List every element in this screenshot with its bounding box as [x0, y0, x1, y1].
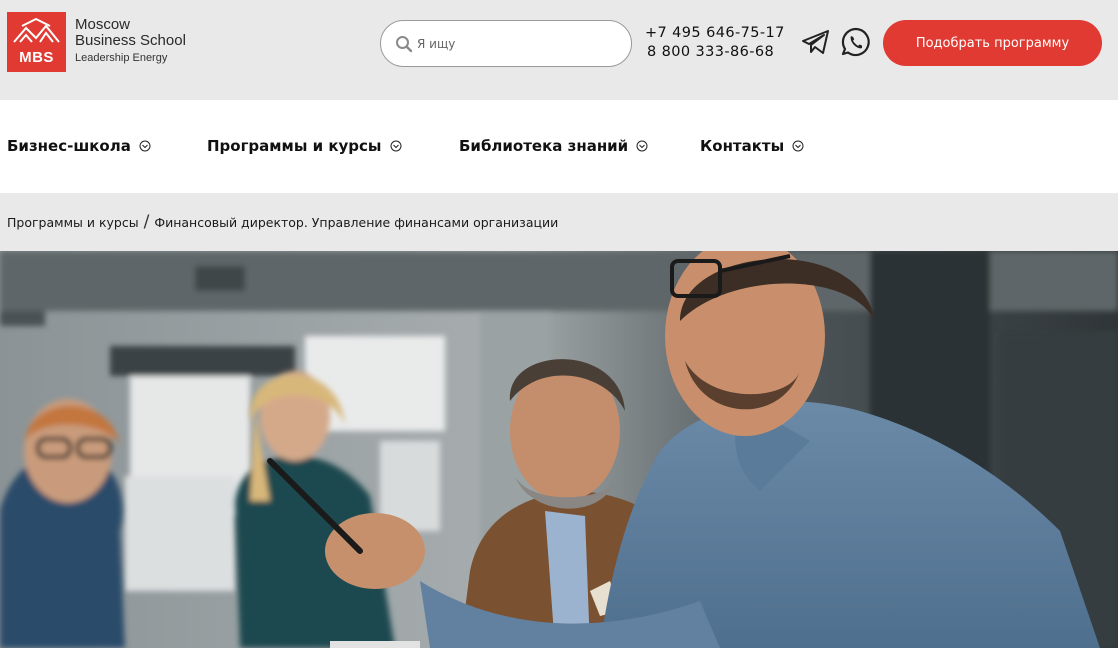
meeting-photo: [0, 251, 1118, 648]
whatsapp-icon[interactable]: [840, 26, 872, 58]
nav-item-label: Бизнес-школа: [7, 137, 131, 155]
nav-item-label: Программы и курсы: [207, 137, 382, 155]
brand-name-line1: Moscow: [75, 16, 131, 33]
brand-tagline: Leadership Energy: [75, 52, 168, 64]
chevron-down-icon: [792, 140, 804, 152]
phone-link-moscow[interactable]: +7 495 646-75-17: [645, 24, 785, 43]
breadcrumb-link-programs[interactable]: Программы и курсы: [7, 215, 139, 230]
breadcrumb: Программы и курсы / Финансовый директор.…: [0, 193, 1118, 251]
hero-image: [0, 251, 1118, 648]
top-header: MBS Moscow Business School Leadership En…: [0, 0, 1118, 100]
phone-link-free[interactable]: 8 800 333-86-68: [647, 43, 785, 62]
search-icon: [395, 35, 413, 53]
logo-wordmark: Moscow Business School Leadership Energy: [75, 17, 186, 66]
chevron-down-icon: [390, 140, 401, 152]
logo[interactable]: MBS Moscow Business School Leadership En…: [7, 12, 186, 72]
search-input[interactable]: [417, 36, 617, 51]
main-nav: Бизнес-школа Программы и курсы Библиотек…: [0, 100, 1118, 193]
logo-abbr: MBS: [19, 49, 54, 66]
breadcrumb-separator: /: [143, 212, 150, 232]
nav-item-library[interactable]: Библиотека знаний: [459, 137, 648, 155]
telegram-icon[interactable]: [800, 26, 832, 58]
mountains-icon: [13, 18, 60, 43]
chevron-down-icon: [139, 140, 151, 152]
brand-name-line2: Business School: [75, 32, 186, 49]
phone-numbers: +7 495 646-75-17 8 800 333-86-68: [645, 24, 785, 62]
logo-emblem: MBS: [7, 12, 66, 72]
nav-item-business-school[interactable]: Бизнес-школа: [7, 137, 151, 155]
breadcrumb-current: Финансовый директор. Управление финансам…: [154, 214, 559, 230]
search-box[interactable]: [380, 20, 632, 67]
nav-item-programs[interactable]: Программы и курсы: [207, 137, 402, 155]
nav-item-label: Контакты: [700, 137, 785, 155]
nav-item-label: Библиотека знаний: [459, 137, 629, 155]
nav-item-contacts[interactable]: Контакты: [700, 137, 804, 155]
chevron-down-icon: [636, 140, 648, 152]
choose-program-button[interactable]: Подобрать программу: [883, 20, 1102, 66]
